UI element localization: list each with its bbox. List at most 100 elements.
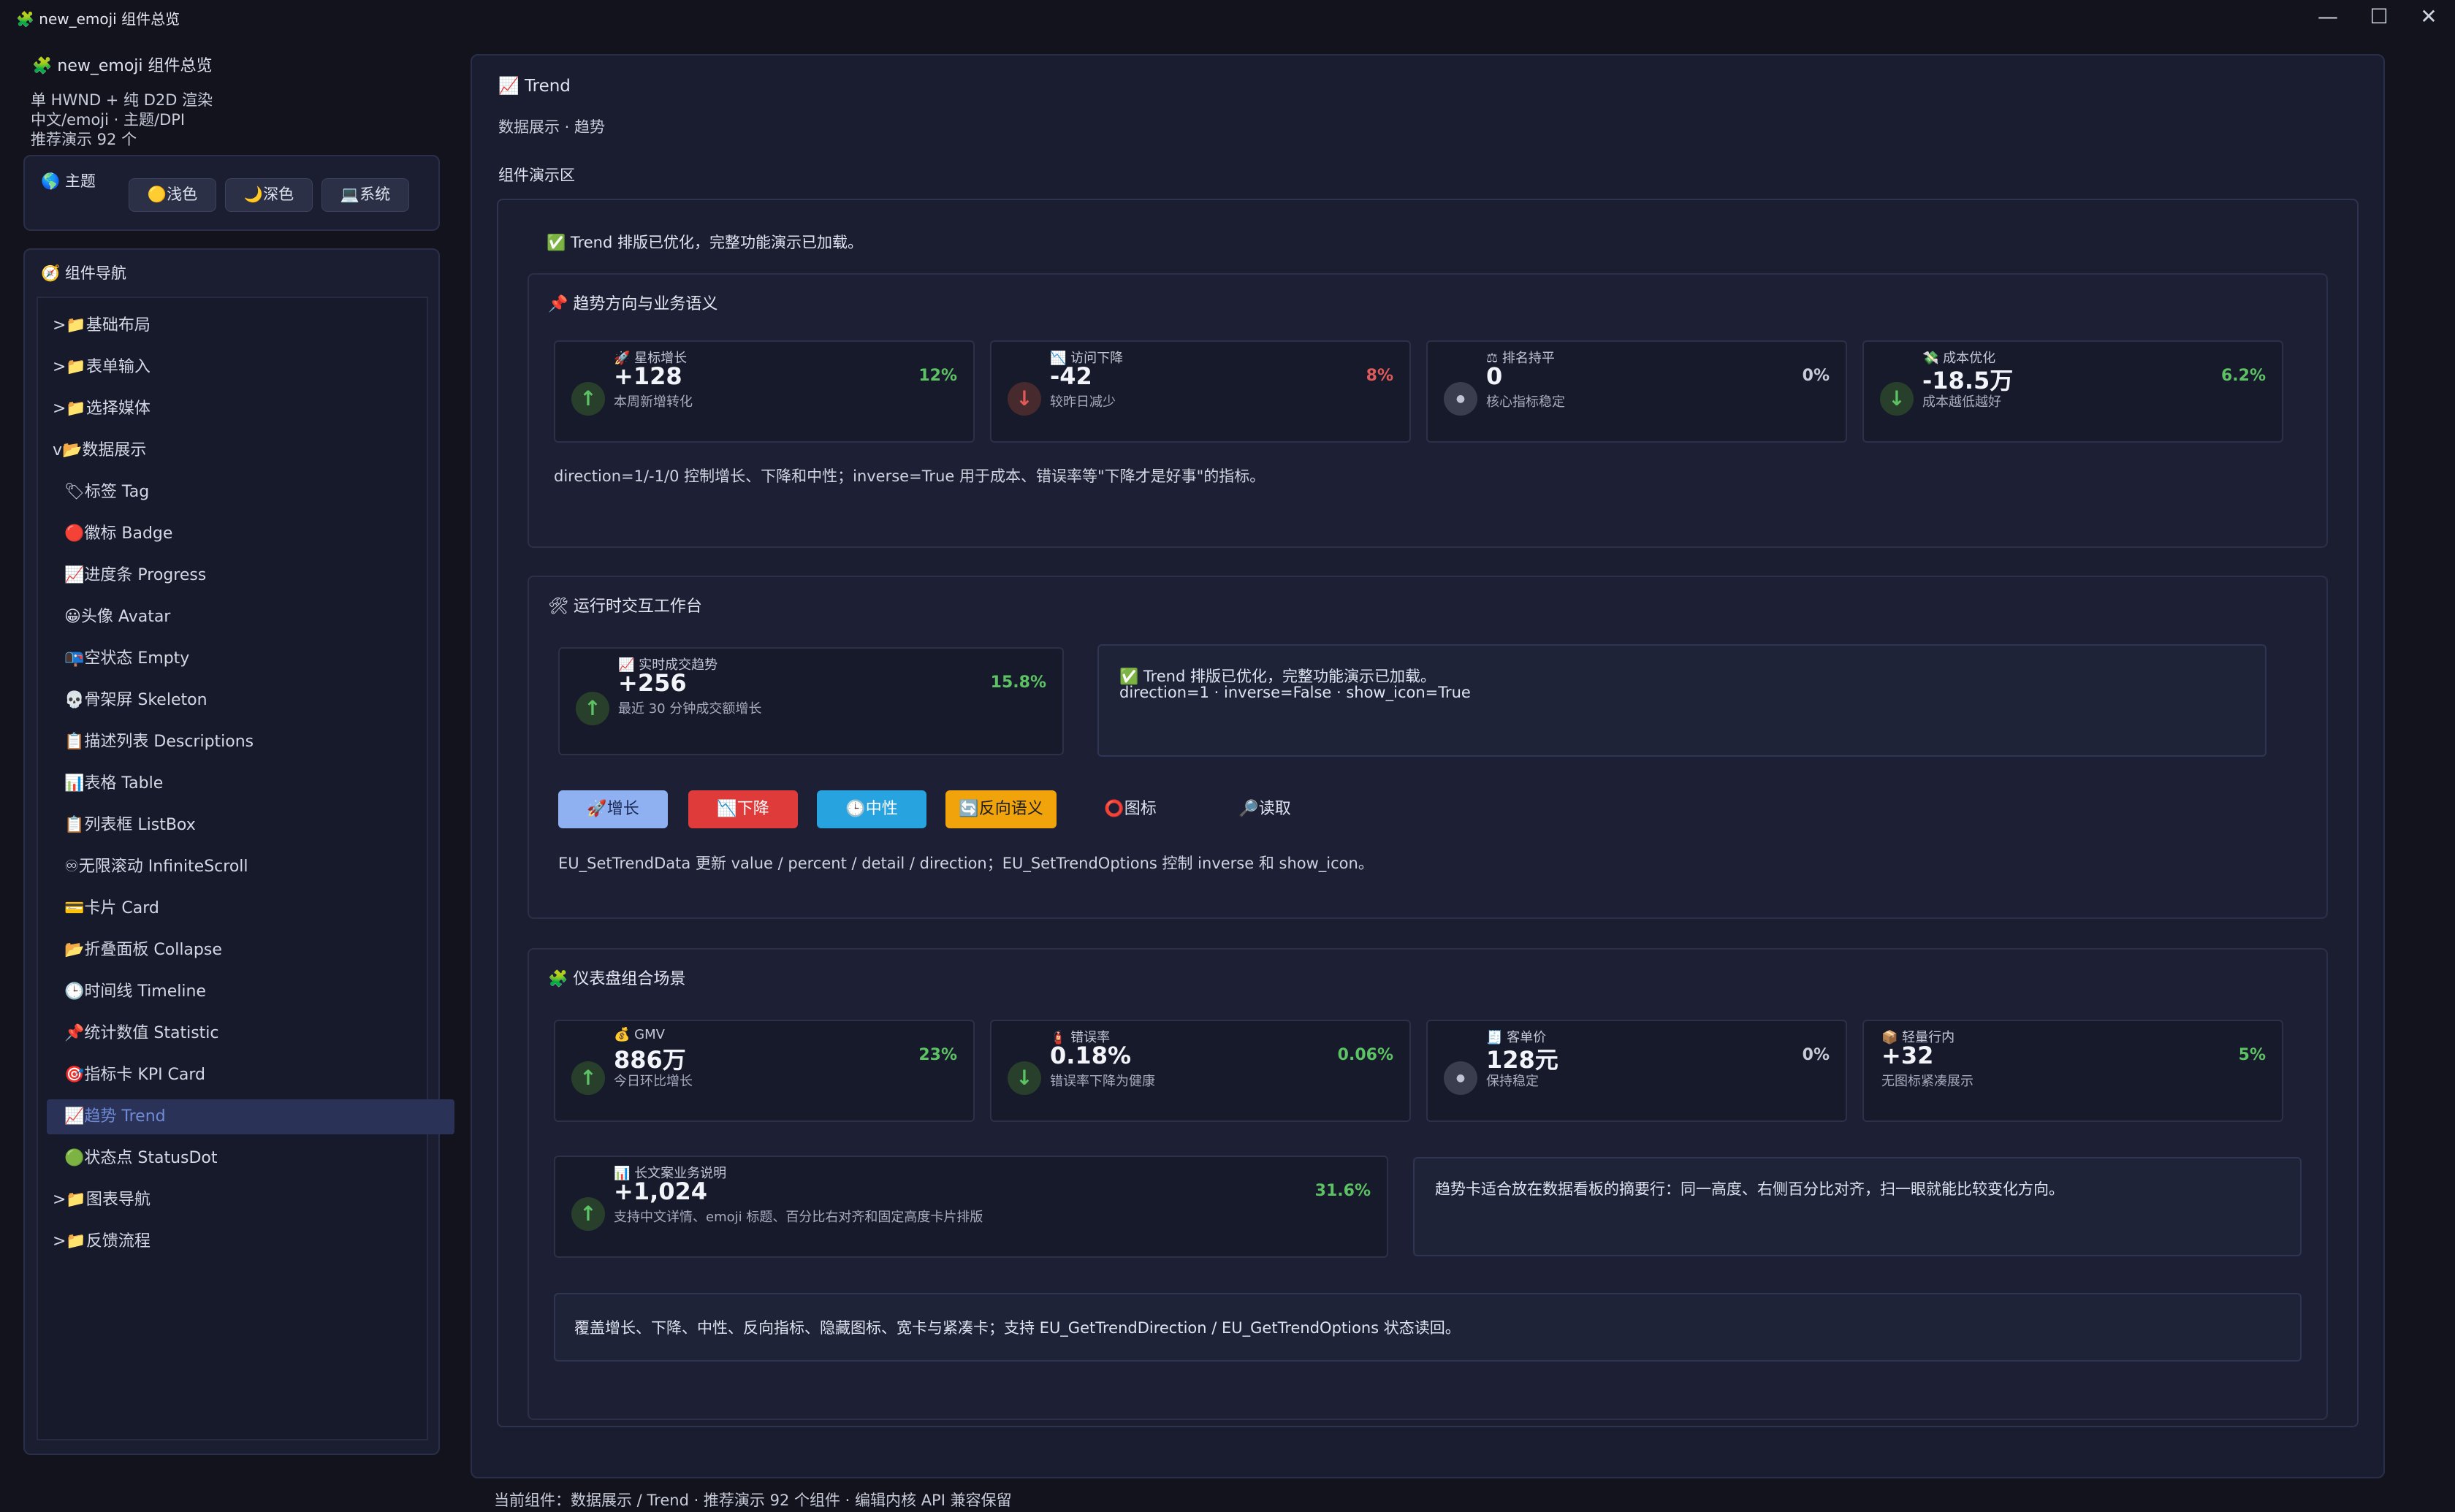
trend-card: ● ⚖ 排名持平 0 核心指标稳定 0% [1426,340,1847,443]
dot-icon: ● [1444,1061,1477,1095]
nav-group[interactable]: >📁反馈流程 [53,1224,151,1259]
nav-item[interactable]: 💳卡片 Card [64,891,159,926]
capability-summary: 覆盖增长、下降、中性、反向指标、隐藏图标、宽卡与紧凑卡；支持 EU_GetTre… [554,1293,2302,1362]
nav-group[interactable]: >📁基础布局 [53,308,151,343]
title-bar: 🧩 new_emoji 组件总览 — ☐ ✕ [0,0,2455,34]
arrow-up-icon: ↑ [571,1197,605,1231]
nav-group[interactable]: >📁选择媒体 [53,392,151,427]
close-button[interactable]: ✕ [2407,3,2451,31]
theme-title: 🌎 主题 [41,172,96,190]
trend-card: ● 🧾 客单价 128元 保持稳定 0% [1426,1020,1847,1122]
nav-item[interactable]: 🟢状态点 StatusDot [64,1141,218,1176]
trend-detail: 成本越低越好 [1922,394,2001,410]
trend-up-button[interactable]: 🚀增长 [558,790,668,828]
trend-percent: 0% [1802,367,1830,385]
arrow-up-icon: ↑ [571,1061,605,1095]
trend-inverse-button[interactable]: 🔄反向语义 [945,790,1057,828]
nav-item[interactable]: 📊表格 Table [64,766,163,801]
trend-icon-toggle[interactable]: ⭕图标 [1097,790,1163,828]
nav-item[interactable]: 🕒时间线 Timeline [64,974,206,1009]
sidebar-info-line: 中文/emoji · 主题/DPI [31,111,186,129]
trend-percent: 15.8% [990,673,1046,692]
trend-detail: 较昨日减少 [1050,394,1116,410]
sidebar-info: 单 HWND + 纯 D2D 渲染 中文/emoji · 主题/DPI 推荐演示… [31,91,213,150]
theme-dark-button[interactable]: 🌙深色 [225,178,313,212]
trend-value: +128 [614,362,682,390]
trend-value: +32 [1881,1042,1934,1069]
section1-title: 📌 趋势方向与业务语义 [548,295,718,313]
trend-value: 0.18% [1050,1042,1132,1069]
dashboard-description: 趋势卡适合放在数据看板的摘要行：同一高度、右侧百分比对齐，扫一眼就能比较变化方向… [1413,1157,2302,1256]
moon-icon: 🌙 [243,186,264,203]
nav-title: 🧭 组件导航 [41,264,126,282]
trend-percent: 8% [1366,367,1393,385]
nav-item[interactable]: 📋描述列表 Descriptions [64,725,254,760]
trend-percent: 6.2% [2220,367,2266,385]
sidebar-app-title: 🧩 new_emoji 组件总览 [32,57,213,75]
trend-info-panel: ✅ Trend 排版已优化，完整功能演示已加载。 direction=1 · i… [1097,644,2266,757]
nav-item[interactable]: 😀头像 Avatar [64,600,170,635]
nav-item[interactable]: 🔴徽标 Badge [64,516,172,551]
dashboard-description-text: 趋势卡适合放在数据看板的摘要行：同一高度、右侧百分比对齐，扫一眼就能比较变化方向… [1435,1180,2064,1198]
trend-detail: 无图标紧凑展示 [1881,1074,1973,1089]
arrow-up-icon: ↑ [571,382,605,416]
trend-read-button[interactable]: 🔎读取 [1232,790,1298,828]
demo-area-label: 组件演示区 [498,167,575,184]
trend-detail: 支持中文详情、emoji 标题、百分比右对齐和固定高度卡片排版 [614,1210,983,1225]
status-banner: ✅ Trend 排版已优化，完整功能演示已加载。 [547,234,863,251]
compass-icon: 🧭 [41,264,61,282]
trend-chart-icon: 📈 [498,77,519,96]
capability-summary-text: 覆盖增长、下降、中性、反向指标、隐藏图标、宽卡与紧凑卡；支持 EU_GetTre… [574,1319,1461,1337]
nav-item[interactable]: 📂折叠面板 Collapse [64,933,222,968]
trend-card: ↑ 📊 长文案业务说明 +1,024 支持中文详情、emoji 标题、百分比右对齐和固… [554,1156,1388,1258]
nav-item[interactable]: 💀骨架屏 Skeleton [64,683,208,718]
arrow-down-icon: ↓ [1008,1061,1041,1095]
sidebar-info-line: 推荐演示 92 个 [31,131,137,148]
page-title: 📈 Trend [498,77,571,96]
nav-item[interactable]: 📭空状态 Empty [64,641,189,676]
trend-detail: 今日环比增长 [614,1074,693,1089]
trend-detail: 错误率下降为健康 [1050,1074,1155,1089]
trend-detail: 最近 30 分钟成交额增长 [618,701,762,717]
trend-detail: 保持稳定 [1486,1074,1539,1089]
trend-card: 📦 轻量行内 +32 无图标紧凑展示 5% [1862,1020,2283,1122]
theme-system-button[interactable]: 💻系统 [321,178,409,212]
sun-icon: 🟡 [147,186,167,203]
arrow-down-icon: ↓ [1880,382,1914,416]
nav-item[interactable]: 📋列表框 ListBox [64,808,196,843]
nav-item[interactable]: 🏷标签 Tag [64,475,149,510]
nav-tree[interactable]: >📁基础布局 >📁表单输入 >📁选择媒体 v📂数据展示 🏷标签 Tag 🔴徽标 Badge… [37,297,454,1440]
theme-light-button[interactable]: 🟡浅色 [129,178,216,212]
nav-item[interactable]: 📈趋势 Trend [47,1099,454,1134]
trend-value: +256 [618,669,687,697]
nav-group[interactable]: v📂数据展示 [53,433,146,468]
trend-card: ↓ 💸 成本优化 -18.5万 成本越低越好 6.2% [1862,340,2283,443]
trend-value: -42 [1050,362,1092,390]
trend-percent: 23% [918,1046,957,1064]
info-options-text: direction=1 · inverse=False · show_icon=… [1119,684,1471,701]
trend-value: +1,024 [614,1177,708,1205]
maximize-button[interactable]: ☐ [2357,3,2401,31]
section3-title: 🧩 仪表盘组合场景 [548,970,686,988]
nav-item[interactable]: 🎯指标卡 KPI Card [64,1058,205,1093]
trend-percent: 12% [918,367,957,385]
trend-neutral-button[interactable]: 🕒中性 [817,790,926,828]
dot-icon: ● [1444,382,1477,416]
trend-card: ↑ 📈 实时成交趋势 +256 最近 30 分钟成交额增长 15.8% [558,647,1064,755]
nav-item[interactable]: 📈进度条 Progress [64,558,206,593]
nav-item[interactable]: ♾无限滚动 InfiniteScroll [64,849,248,885]
nav-item[interactable]: 📌统计数值 Statistic [64,1016,219,1051]
trend-card: ↑ 💰 GMV 886万 今日环比增长 23% [554,1020,975,1122]
sidebar-info-line: 单 HWND + 纯 D2D 渲染 [31,91,213,109]
trend-percent: 5% [2238,1046,2266,1064]
trend-percent: 0% [1802,1046,1830,1064]
nav-group[interactable]: >📁图表导航 [53,1183,151,1218]
trend-card: ↓ 🧯 错误率 0.18% 错误率下降为健康 0.06% [990,1020,1411,1122]
status-bar: 当前组件：数据展示 / Trend · 推荐演示 92 个组件 · 编辑内核 A… [494,1492,1012,1509]
minimize-button[interactable]: — [2306,3,2350,31]
nav-group[interactable]: >📁表单输入 [53,350,151,385]
section1-note: direction=1/-1/0 控制增长、下降和中性；inverse=True… [554,467,1265,485]
trend-value: 0 [1486,362,1503,390]
globe-icon: 🌎 [41,172,61,190]
trend-down-button[interactable]: 📉下降 [688,790,798,828]
